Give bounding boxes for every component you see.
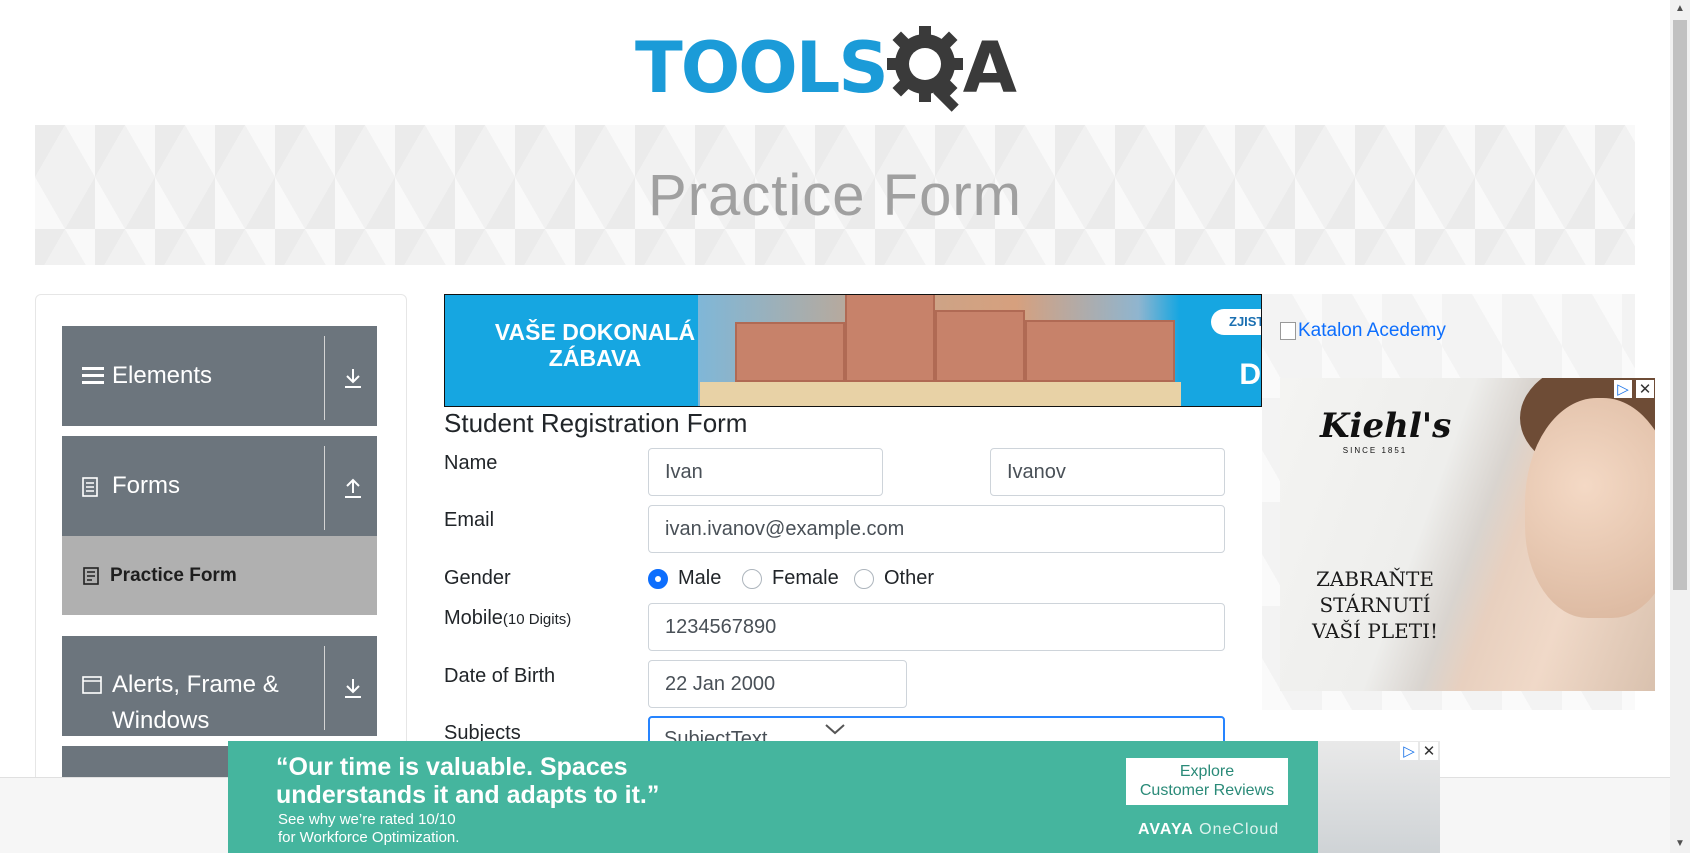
name-label: Name	[444, 452, 498, 474]
scroll-down-icon[interactable]: ▼	[1670, 835, 1690, 853]
upload-arrow-icon[interactable]	[341, 476, 365, 500]
close-icon[interactable]: ✕	[1636, 380, 1654, 398]
date-of-birth-input[interactable]: 22 Jan 2000	[648, 660, 907, 708]
scroll-up-icon[interactable]: ▲	[1670, 0, 1690, 18]
toolsqa-logo[interactable]: TOOLS A	[635, 18, 1017, 118]
email-input[interactable]: ivan.ivanov@example.com	[648, 505, 1225, 553]
divider	[324, 336, 325, 420]
ad-cta-button[interactable]: ZJIST	[1211, 309, 1261, 335]
radio-button[interactable]	[854, 568, 874, 589]
first-name-input[interactable]: Ivan	[648, 448, 883, 496]
radio-button[interactable]	[742, 568, 762, 589]
download-arrow-icon[interactable]	[341, 366, 365, 390]
logo-letter-a: A	[962, 27, 1017, 109]
mobile-hint: (10 Digits)	[502, 611, 572, 628]
vertical-scrollbar[interactable]: ▲ ▼	[1670, 0, 1690, 853]
gender-radio-other[interactable]: Other	[854, 567, 934, 590]
ad-subtext: See why we’re rated 10/10 for Workforce …	[278, 811, 460, 846]
last-name-input[interactable]: Ivanov	[990, 448, 1225, 496]
adchoices-icon[interactable]: ▷	[1400, 742, 1418, 760]
radio-button-checked[interactable]	[648, 568, 668, 589]
ad-brand-since: SINCE 1851	[1342, 446, 1408, 455]
radio-label: Female	[772, 567, 839, 589]
gender-label: Gender	[444, 567, 511, 589]
hamburger-icon	[82, 367, 104, 384]
ad-corner-letter: D	[1239, 358, 1261, 391]
ad-banner-hotel[interactable]: VAŠE DOKONALÁ ZÁBAVA ZJIST D	[444, 294, 1262, 407]
radio-label: Male	[678, 567, 722, 589]
ad-brand: Kiehl's	[1320, 406, 1452, 446]
divider	[324, 646, 325, 730]
ad-quote: “Our time is valuable. Spaces understand…	[276, 753, 660, 809]
email-label: Email	[444, 509, 495, 531]
adchoices-icon[interactable]: ▷	[1614, 380, 1632, 398]
window-icon	[82, 676, 102, 694]
ad-building	[935, 310, 1025, 382]
sidebar-group-label: Elements	[112, 362, 213, 389]
ad-brand: AVAYA OneCloud	[1138, 821, 1280, 838]
divider	[324, 446, 325, 530]
ad-building	[735, 322, 845, 382]
gear-magnifier-icon	[886, 26, 963, 112]
ad-kiehls[interactable]: Kiehl's SINCE 1851 ZABRAŇTE STÁRNUTÍ VAŠ…	[1280, 378, 1655, 691]
gender-radio-female[interactable]: Female	[742, 567, 839, 590]
gender-radio-male[interactable]: Male	[648, 567, 721, 590]
sidebar-group-label: Alerts, Frame &	[112, 671, 279, 698]
sidebar-group-label-line2: Windows	[112, 707, 210, 734]
ad-model-face	[1525, 398, 1655, 618]
sidebar-group-forms[interactable]: Forms	[62, 436, 377, 536]
sidebar-group-alerts[interactable]: Alerts, Frame & Windows	[62, 636, 377, 736]
logo-text: TOOLS	[635, 27, 889, 109]
form-icon	[83, 566, 99, 585]
ad-cta-button[interactable]: Explore Customer Reviews	[1126, 758, 1288, 805]
radio-label: Other	[884, 567, 935, 589]
form-title: Student Registration Form	[444, 408, 748, 438]
ad-building	[1025, 320, 1175, 382]
broken-image-alt-text[interactable]: Katalon Acedemy	[1298, 320, 1446, 342]
scrollbar-thumb[interactable]	[1673, 20, 1687, 590]
sidebar-item-practice-form[interactable]: Practice Form	[62, 536, 377, 615]
close-icon[interactable]: ✕	[1420, 742, 1438, 760]
dob-label: Date of Birth	[444, 665, 556, 687]
ad-slogan: ZABRAŇTE STÁRNUTÍ VAŠÍ PLETI!	[1311, 567, 1439, 643]
sidebar-group-label: Forms	[112, 472, 180, 499]
mobile-input[interactable]: 1234567890	[648, 603, 1225, 651]
sidebar-item-label: Practice Form	[110, 564, 237, 586]
broken-image-icon	[1280, 322, 1296, 340]
page-banner: Practice Form	[35, 125, 1635, 265]
katalon-ad-broken-image[interactable]: Katalon Acedemy	[1280, 320, 1446, 342]
ad-beach	[700, 382, 1181, 406]
document-icon	[82, 477, 98, 497]
ad-headline: VAŠE DOKONALÁ ZÁBAVA	[494, 319, 696, 371]
download-arrow-icon[interactable]	[341, 676, 365, 700]
ad-building	[845, 295, 935, 382]
page-title: Practice Form	[648, 162, 1022, 228]
chevron-down-icon[interactable]	[824, 722, 846, 736]
ad-avaya[interactable]: “Our time is valuable. Spaces understand…	[228, 741, 1440, 853]
mobile-label: Mobile(10 Digits)	[444, 607, 572, 629]
sidebar-group-elements[interactable]: Elements	[62, 326, 377, 426]
